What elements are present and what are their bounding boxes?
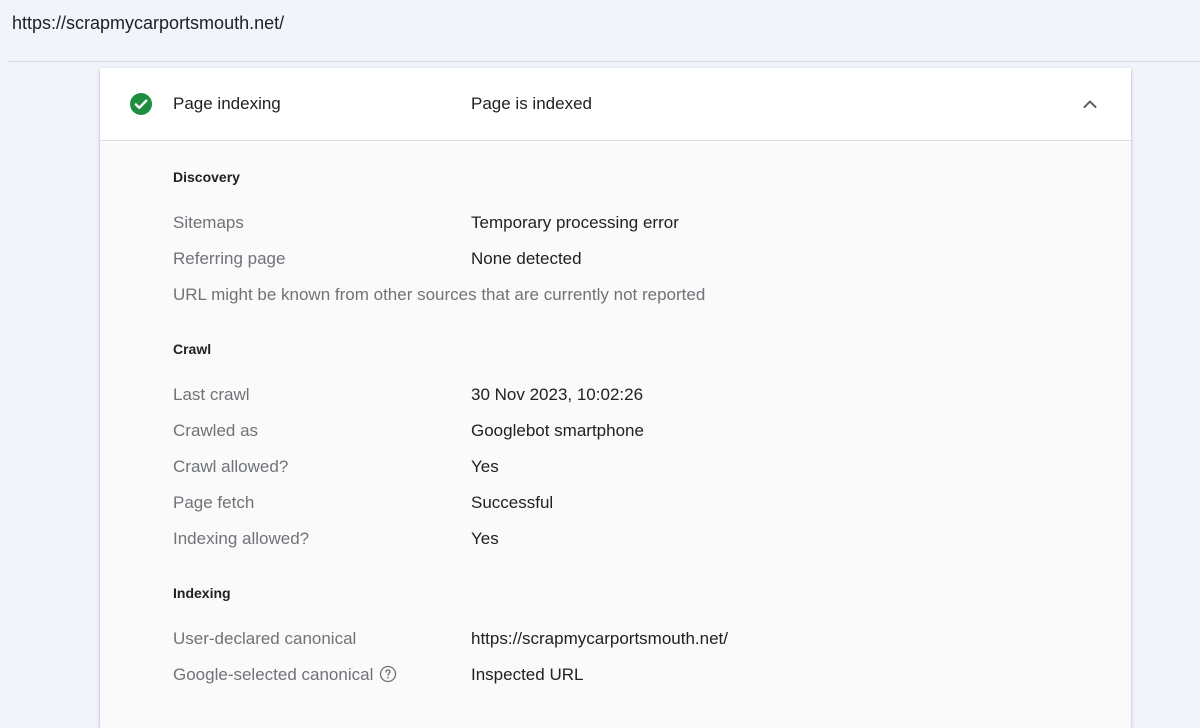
page-fetch-label: Page fetch	[173, 493, 255, 512]
sitemaps-label: Sitemaps	[173, 213, 244, 232]
chevron-up-icon[interactable]	[1078, 92, 1102, 116]
indexing-allowed-value: Yes	[471, 529, 499, 548]
crawled-as-value: Googlebot smartphone	[471, 421, 644, 440]
divider	[8, 61, 1200, 62]
section-title-discovery: Discovery	[173, 169, 240, 185]
google-canonical-value: Inspected URL	[471, 665, 584, 684]
crawl-allowed-label: Crawl allowed?	[173, 457, 289, 476]
card-header[interactable]: Page indexing Page is indexed	[100, 68, 1131, 141]
section-title-crawl: Crawl	[173, 341, 212, 357]
indexing-allowed-label: Indexing allowed?	[173, 529, 310, 548]
check-circle-icon	[130, 93, 152, 115]
header-status: Page is indexed	[471, 94, 592, 113]
section-title-indexing: Indexing	[173, 585, 231, 601]
help-circle-icon[interactable]	[379, 665, 397, 683]
last-crawl-value: 30 Nov 2023, 10:02:26	[471, 385, 644, 404]
crawl-allowed-value: Yes	[471, 457, 499, 476]
google-canonical-label: Google-selected canonical	[173, 665, 374, 684]
crawled-as-label: Crawled as	[173, 421, 259, 440]
referring-page-label: Referring page	[173, 249, 286, 268]
user-canonical-value[interactable]: https://scrapmycarportsmouth.net/	[471, 629, 728, 649]
user-canonical-label: User-declared canonical	[173, 629, 357, 648]
last-crawl-label: Last crawl	[173, 385, 250, 404]
page-indexing-card: Page indexing Page is indexed Discovery …	[100, 68, 1131, 728]
inspected-url: https://scrapmycarportsmouth.net/	[12, 13, 285, 33]
sitemaps-value: Temporary processing error	[471, 213, 679, 232]
header-title: Page indexing	[173, 94, 281, 113]
google-canonical-row: Google-selected canonical	[173, 665, 397, 685]
page-fetch-value: Successful	[471, 493, 554, 512]
referring-page-value: None detected	[471, 249, 582, 268]
discovery-note: URL might be known from other sources th…	[173, 285, 706, 304]
